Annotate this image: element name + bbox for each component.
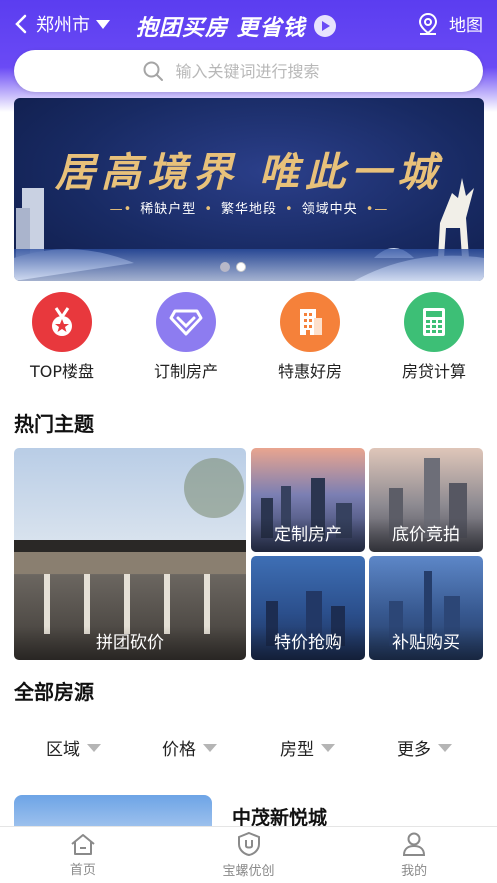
- filter-label: 更多: [397, 740, 431, 760]
- filter-bar: 区域 价格 房型 更多: [0, 735, 497, 760]
- city-name: 郑州市: [36, 15, 90, 36]
- chevron-down-icon: [87, 743, 101, 752]
- tab-label: 首页: [69, 863, 96, 878]
- filter-more[interactable]: 更多: [397, 735, 452, 760]
- search-bar[interactable]: [14, 50, 483, 92]
- banner-tags: —• 稀缺户型 • 繁华地段 • 领域中央 •—: [109, 202, 389, 217]
- topic-label: 定制房产: [251, 518, 365, 552]
- banner-water: [14, 249, 484, 281]
- diamond-icon: [156, 292, 216, 352]
- topic-label: 特价抢购: [251, 626, 365, 660]
- quick-label: 订制房产: [153, 362, 218, 381]
- filter-price[interactable]: 价格: [162, 735, 217, 760]
- quick-item-mortgage[interactable]: 房贷计算: [379, 290, 489, 382]
- map-button[interactable]: 地图: [417, 11, 483, 36]
- filter-layout[interactable]: 房型: [280, 735, 335, 760]
- top-bar: 郑州市 抱团买房 更省钱 地图: [0, 0, 497, 50]
- chevron-down-icon: [96, 19, 110, 29]
- chevron-down-icon: [203, 743, 217, 752]
- city-selector[interactable]: 郑州市: [12, 11, 110, 37]
- topic-tile-special[interactable]: 特价抢购: [251, 556, 365, 660]
- calculator-icon: [404, 292, 464, 352]
- all-listings-title: 全部房源: [14, 680, 94, 704]
- filter-region[interactable]: 区域: [46, 735, 101, 760]
- bottom-tabbar: 首页 宝螺优创 我的: [0, 826, 497, 883]
- header: 郑州市 抱团买房 更省钱 地图: [0, 0, 497, 112]
- topic-tile-custom[interactable]: 定制房产: [251, 448, 365, 552]
- topic-tile-subsidy[interactable]: 补贴购买: [369, 556, 483, 660]
- building-icon: [280, 292, 340, 352]
- home-icon: [71, 834, 95, 855]
- topic-tile-auction[interactable]: 底价竞拍: [369, 448, 483, 552]
- quick-label: 房贷计算: [401, 362, 466, 381]
- user-icon: [403, 832, 426, 856]
- banner-tag: 稀缺户型: [140, 202, 197, 217]
- carousel-dot-active[interactable]: [236, 262, 246, 272]
- topic-label: 补贴购买: [369, 626, 483, 660]
- slogan-text: 抱团买房 更省钱: [136, 16, 306, 41]
- slogan: 抱团买房 更省钱: [136, 10, 336, 42]
- banner-title: 居高境界 唯此一城: [55, 149, 443, 196]
- quick-item-discount[interactable]: 特惠好房: [255, 290, 365, 382]
- medal-icon: [32, 292, 92, 352]
- banner-tag: 繁华地段: [220, 202, 277, 217]
- tab-mine[interactable]: 我的: [331, 827, 497, 883]
- back-icon[interactable]: [12, 13, 32, 35]
- banner-tag: 领域中央: [301, 202, 358, 217]
- filter-label: 区域: [46, 740, 80, 760]
- filter-label: 房型: [280, 740, 314, 760]
- carousel-dots: [220, 262, 246, 272]
- filter-label: 价格: [162, 740, 196, 760]
- quick-label: 特惠好房: [277, 362, 342, 381]
- quick-label: TOP楼盘: [29, 362, 95, 381]
- search-input[interactable]: [175, 61, 356, 81]
- topic-label: 底价竞拍: [369, 518, 483, 552]
- quick-item-custom[interactable]: 订制房产: [131, 290, 241, 382]
- location-icon: [418, 12, 438, 35]
- tab-label: 我的: [401, 864, 428, 879]
- tab-label: 宝螺优创: [222, 864, 275, 879]
- map-label: 地图: [449, 16, 483, 36]
- carousel-dot[interactable]: [220, 262, 230, 272]
- chevron-down-icon: [321, 743, 335, 752]
- quick-item-top[interactable]: TOP楼盘: [7, 290, 117, 382]
- quick-menu: TOP楼盘 订制房产 特惠好房 房贷计算: [0, 290, 497, 382]
- play-icon[interactable]: [313, 15, 336, 37]
- chevron-down-icon: [438, 743, 452, 752]
- search-icon: [143, 61, 163, 81]
- hot-topics-title: 热门主题: [14, 412, 94, 436]
- topic-label: 拼团砍价: [14, 626, 246, 660]
- topic-tile-group-buy[interactable]: 拼团砍价: [14, 448, 246, 660]
- promo-banner[interactable]: 居高境界 唯此一城 —• 稀缺户型 • 繁华地段 • 领域中央 •—: [14, 98, 484, 281]
- shield-icon: [237, 831, 260, 857]
- tab-baoluo[interactable]: 宝螺优创: [166, 827, 332, 883]
- tab-home[interactable]: 首页: [0, 827, 166, 883]
